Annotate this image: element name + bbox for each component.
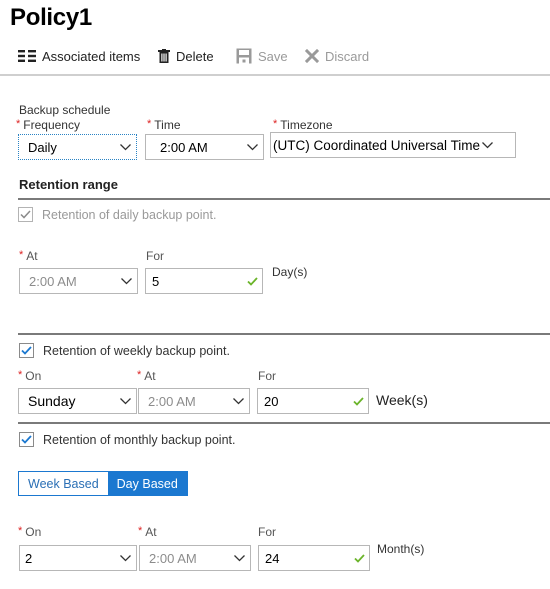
daily-retention-label: Retention of daily backup point. — [42, 207, 217, 222]
monthly-at-label: * At — [138, 525, 157, 539]
toolbar-divider — [0, 74, 550, 76]
backup-schedule-heading: Backup schedule — [19, 103, 111, 117]
daily-unit-label: Day(s) — [272, 265, 308, 279]
associated-items-label: Associated items — [42, 48, 141, 64]
monthly-retention-label: Retention of monthly backup point. — [43, 432, 236, 447]
chevron-down-icon — [114, 143, 136, 151]
daily-at-value: 2:00 AM — [29, 273, 77, 289]
daily-at-label: * At — [19, 249, 38, 263]
weekly-at-select[interactable]: 2:00 AM — [138, 388, 250, 414]
retention-range-heading: Retention range — [19, 177, 118, 192]
checkbox — [18, 207, 33, 222]
weekly-for-value: 20 — [264, 393, 279, 409]
frequency-value: Daily — [28, 139, 57, 155]
weekly-on-select[interactable]: Sunday — [18, 388, 137, 414]
monthly-retention-checkbox[interactable]: Retention of monthly backup point. — [19, 432, 235, 447]
monthly-at-select[interactable]: 2:00 AM — [139, 545, 251, 571]
monthly-on-select[interactable]: 2 — [19, 545, 137, 571]
save-icon — [236, 48, 252, 64]
frequency-select[interactable]: Daily — [18, 134, 137, 160]
page-title: Policy1 — [10, 4, 92, 31]
weekly-retention-checkbox[interactable]: Retention of weekly backup point. — [19, 343, 230, 358]
monthly-for-value: 24 — [265, 550, 280, 566]
timezone-value: (UTC) Coordinated Universal Time — [273, 137, 481, 153]
weekly-at-label: * At — [137, 369, 156, 383]
section-divider — [18, 333, 550, 335]
chevron-down-icon — [114, 397, 136, 405]
time-label: * Time — [147, 118, 181, 132]
time-select[interactable]: 2:00 AM — [145, 134, 264, 160]
checkmark-icon — [349, 553, 369, 563]
week-based-option[interactable]: Week Based — [19, 472, 108, 495]
monthly-at-value: 2:00 AM — [149, 550, 197, 566]
weekly-on-label: * On — [18, 369, 42, 383]
delete-button[interactable]: Delete — [158, 44, 214, 68]
chevron-down-icon — [480, 141, 494, 149]
save-label: Save — [258, 48, 288, 64]
monthly-on-label: * On — [18, 525, 42, 539]
chevron-down-icon — [241, 143, 263, 151]
associated-items-button[interactable]: Associated items — [18, 44, 140, 68]
save-button[interactable]: Save — [236, 44, 288, 68]
checkmark-icon — [348, 396, 368, 406]
list-icon — [18, 50, 36, 62]
weekly-for-label: For — [258, 369, 276, 383]
monthly-on-value: 2 — [25, 550, 33, 566]
daily-for-label: For — [146, 249, 164, 263]
checkbox — [19, 343, 34, 358]
monthly-mode-toggle: Week Based Day Based — [18, 471, 188, 496]
monthly-unit-label: Month(s) — [377, 542, 425, 556]
monthly-for-input[interactable]: 24 — [258, 545, 370, 571]
monthly-for-label: For — [258, 525, 276, 539]
section-divider — [18, 422, 550, 424]
daily-retention-checkbox[interactable]: Retention of daily backup point. — [18, 207, 216, 222]
weekly-on-value: Sunday — [28, 393, 76, 409]
chevron-down-icon — [115, 277, 137, 285]
chevron-down-icon — [114, 554, 136, 562]
time-value: 2:00 AM — [160, 139, 208, 155]
weekly-retention-label: Retention of weekly backup point. — [43, 343, 230, 358]
discard-button[interactable]: Discard — [305, 44, 369, 68]
weekly-unit-label: Week(s) — [376, 392, 428, 408]
timezone-select[interactable]: (UTC) Coordinated Universal Time — [270, 132, 516, 158]
delete-label: Delete — [176, 48, 214, 64]
weekly-for-input[interactable]: 20 — [257, 388, 369, 414]
required-marker: * — [16, 118, 21, 130]
daily-for-value: 5 — [152, 273, 160, 289]
timezone-label: * Timezone — [273, 118, 333, 132]
frequency-label: * Frequency — [16, 118, 80, 132]
daily-at-select[interactable]: 2:00 AM — [19, 268, 138, 294]
trash-icon — [158, 49, 170, 63]
chevron-down-icon — [228, 554, 250, 562]
weekly-at-value: 2:00 AM — [148, 393, 196, 409]
discard-label: Discard — [325, 48, 370, 64]
checkmark-icon — [242, 276, 262, 286]
close-icon — [305, 49, 319, 63]
chevron-down-icon — [227, 397, 249, 405]
day-based-option[interactable]: Day Based — [107, 472, 187, 495]
toolbar: Associated items Delete Save Discard — [0, 44, 550, 68]
section-divider — [18, 198, 550, 200]
daily-for-input[interactable]: 5 — [145, 268, 263, 294]
checkbox — [19, 432, 34, 447]
